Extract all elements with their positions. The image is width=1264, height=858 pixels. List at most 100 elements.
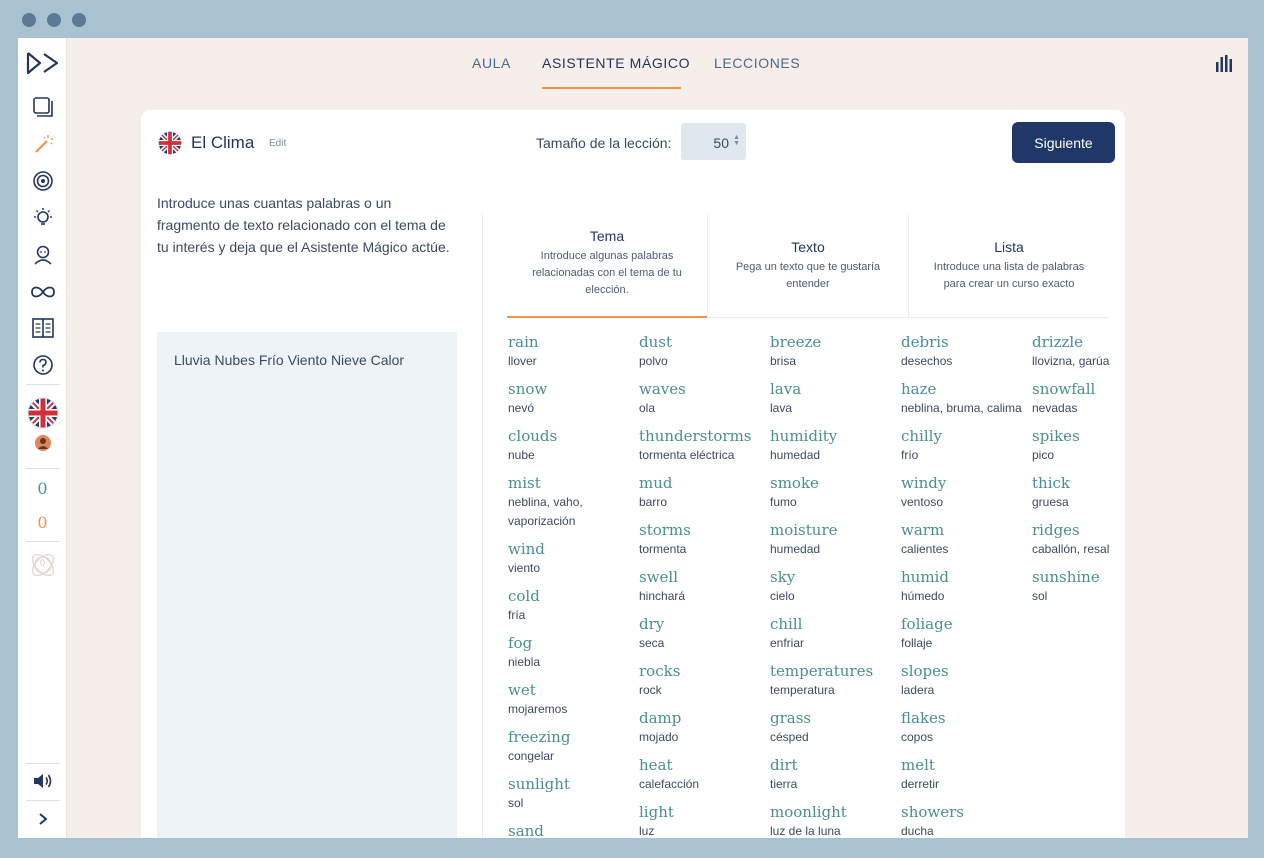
magic-wand-icon[interactable] bbox=[18, 132, 67, 156]
word-item[interactable]: thunderstorms tormenta eléctrica bbox=[639, 426, 770, 465]
word-item[interactable]: swell hinchará bbox=[639, 567, 770, 606]
word-item[interactable]: moonlight luz de la luna bbox=[770, 802, 901, 838]
word-item[interactable]: grass césped bbox=[770, 708, 901, 747]
mode-tab-lista[interactable]: Lista Introduce una lista de palabras pa… bbox=[909, 214, 1109, 318]
word-item[interactable]: sunlight sol bbox=[508, 774, 639, 813]
word-translation: desechos bbox=[901, 354, 953, 368]
word-item[interactable]: sunshine sol bbox=[1032, 567, 1110, 606]
lesson-size-stepper[interactable]: 50 ▲ ▼ bbox=[681, 123, 746, 160]
word-item[interactable]: slopes ladera bbox=[901, 661, 1032, 700]
mode-tab-texto[interactable]: Texto Pega un texto que te gustaría ente… bbox=[708, 214, 908, 318]
word-item[interactable]: cold fría bbox=[508, 586, 639, 625]
word-item[interactable]: moisture humedad bbox=[770, 520, 901, 559]
word-item[interactable]: dry seca bbox=[639, 614, 770, 653]
word-item[interactable]: snow nevó bbox=[508, 379, 639, 418]
word-english: rocks bbox=[639, 662, 681, 680]
word-english: dust bbox=[639, 333, 672, 351]
word-item[interactable]: rain llover bbox=[508, 332, 639, 371]
word-item[interactable]: rocks rock bbox=[639, 661, 770, 700]
word-item[interactable]: chilly frío bbox=[901, 426, 1032, 465]
word-english: mist bbox=[508, 474, 541, 492]
edit-link[interactable]: Edit bbox=[269, 138, 286, 149]
next-button[interactable]: Siguiente bbox=[1012, 122, 1115, 163]
word-item[interactable]: lava lava bbox=[770, 379, 901, 418]
word-item[interactable]: clouds nube bbox=[508, 426, 639, 465]
word-english: sky bbox=[770, 568, 796, 586]
word-item[interactable]: heat calefacción bbox=[639, 755, 770, 794]
word-item[interactable]: debris desechos bbox=[901, 332, 1032, 371]
word-english: clouds bbox=[508, 427, 558, 445]
column-divider bbox=[482, 214, 483, 838]
word-item[interactable]: smoke fumo bbox=[770, 473, 901, 512]
word-item[interactable]: thick gruesa bbox=[1032, 473, 1110, 512]
word-translation: ducha bbox=[901, 824, 934, 838]
mode-tab-tema[interactable]: Tema Introduce algunas palabras relacion… bbox=[507, 214, 707, 318]
maximize-window-dot[interactable] bbox=[72, 13, 86, 27]
tab-asistente-magico[interactable]: ASISTENTE MÁGICO bbox=[542, 55, 690, 71]
word-item[interactable]: mud barro bbox=[639, 473, 770, 512]
target-icon[interactable] bbox=[18, 169, 67, 193]
word-item[interactable]: dust polvo bbox=[639, 332, 770, 371]
word-translation: rock bbox=[639, 683, 662, 697]
word-item[interactable]: chill enfriar bbox=[770, 614, 901, 653]
word-item[interactable]: snowfall nevadas bbox=[1032, 379, 1110, 418]
word-item[interactable]: drizzle llovizna, garúa bbox=[1032, 332, 1110, 371]
help-icon[interactable] bbox=[18, 353, 67, 377]
stats-icon[interactable] bbox=[1214, 53, 1234, 78]
word-item[interactable]: sky cielo bbox=[770, 567, 901, 606]
word-item[interactable]: freezing congelar bbox=[508, 727, 639, 766]
word-item[interactable]: humid húmedo bbox=[901, 567, 1032, 606]
word-english: haze bbox=[901, 380, 937, 398]
word-english: showers bbox=[901, 803, 964, 821]
word-item[interactable]: foliage follaje bbox=[901, 614, 1032, 653]
word-english: sunlight bbox=[508, 775, 570, 793]
lightbulb-icon[interactable] bbox=[18, 206, 67, 230]
word-item[interactable]: damp mojado bbox=[639, 708, 770, 747]
book-icon[interactable] bbox=[18, 316, 67, 340]
mode-title: Tema bbox=[589, 228, 625, 244]
word-item[interactable]: sandarena bbox=[508, 821, 639, 838]
expand-icon[interactable] bbox=[18, 808, 67, 830]
word-english: thick bbox=[1032, 474, 1070, 492]
word-item[interactable]: humidity humedad bbox=[770, 426, 901, 465]
user-icon[interactable] bbox=[18, 243, 67, 267]
word-item[interactable]: storms tormenta bbox=[639, 520, 770, 559]
word-item[interactable]: haze neblina, bruma, calima bbox=[901, 379, 1032, 418]
word-item[interactable]: fog niebla bbox=[508, 633, 639, 672]
cards-icon[interactable] bbox=[18, 95, 67, 119]
minimize-window-dot[interactable] bbox=[47, 13, 61, 27]
word-item[interactable]: ridges caballón, resalte, protuberancia bbox=[1032, 520, 1110, 559]
uk-flag-icon[interactable] bbox=[18, 397, 67, 429]
word-item[interactable]: mist neblina, vaho, vaporización bbox=[508, 473, 639, 531]
tab-lecciones[interactable]: LECCIONES bbox=[714, 55, 800, 71]
word-translation: caballón, resalte, protuberancia bbox=[1032, 542, 1110, 556]
word-item[interactable]: light luz bbox=[639, 802, 770, 838]
word-item[interactable]: wet mojaremos bbox=[508, 680, 639, 719]
word-item[interactable]: wind viento bbox=[508, 539, 639, 578]
word-item[interactable]: temperatures temperatura bbox=[770, 661, 901, 700]
topic-input[interactable]: Lluvia Nubes Frío Viento Nieve Calor bbox=[157, 332, 457, 838]
word-translation: lava bbox=[770, 401, 793, 415]
word-translation: follaje bbox=[901, 636, 933, 650]
avatar-icon[interactable] bbox=[18, 434, 67, 452]
close-window-dot[interactable] bbox=[22, 13, 36, 27]
word-item[interactable]: spikes pico bbox=[1032, 426, 1110, 465]
sound-icon[interactable] bbox=[18, 769, 67, 793]
tab-aula[interactable]: AULA bbox=[472, 55, 511, 71]
word-item[interactable]: melt derretir bbox=[901, 755, 1032, 794]
word-item[interactable]: warm calientes bbox=[901, 520, 1032, 559]
play-logo-icon[interactable] bbox=[18, 50, 67, 76]
word-item[interactable]: dirt tierra bbox=[770, 755, 901, 794]
word-english: slopes bbox=[901, 662, 949, 680]
stepper-arrows-icon[interactable]: ▲ ▼ bbox=[733, 134, 740, 147]
word-translation: luz de la luna bbox=[770, 824, 841, 838]
word-english: waves bbox=[639, 380, 686, 398]
word-item[interactable]: breeze brisa bbox=[770, 332, 901, 371]
word-item[interactable]: showers ducha bbox=[901, 802, 1032, 838]
word-item[interactable]: waves ola bbox=[639, 379, 770, 418]
sidebar-divider bbox=[26, 800, 60, 801]
infinity-icon[interactable] bbox=[18, 280, 67, 304]
word-item[interactable]: windy ventoso bbox=[901, 473, 1032, 512]
word-item[interactable]: flakes copos bbox=[901, 708, 1032, 747]
badge-count: 0 bbox=[39, 558, 45, 568]
